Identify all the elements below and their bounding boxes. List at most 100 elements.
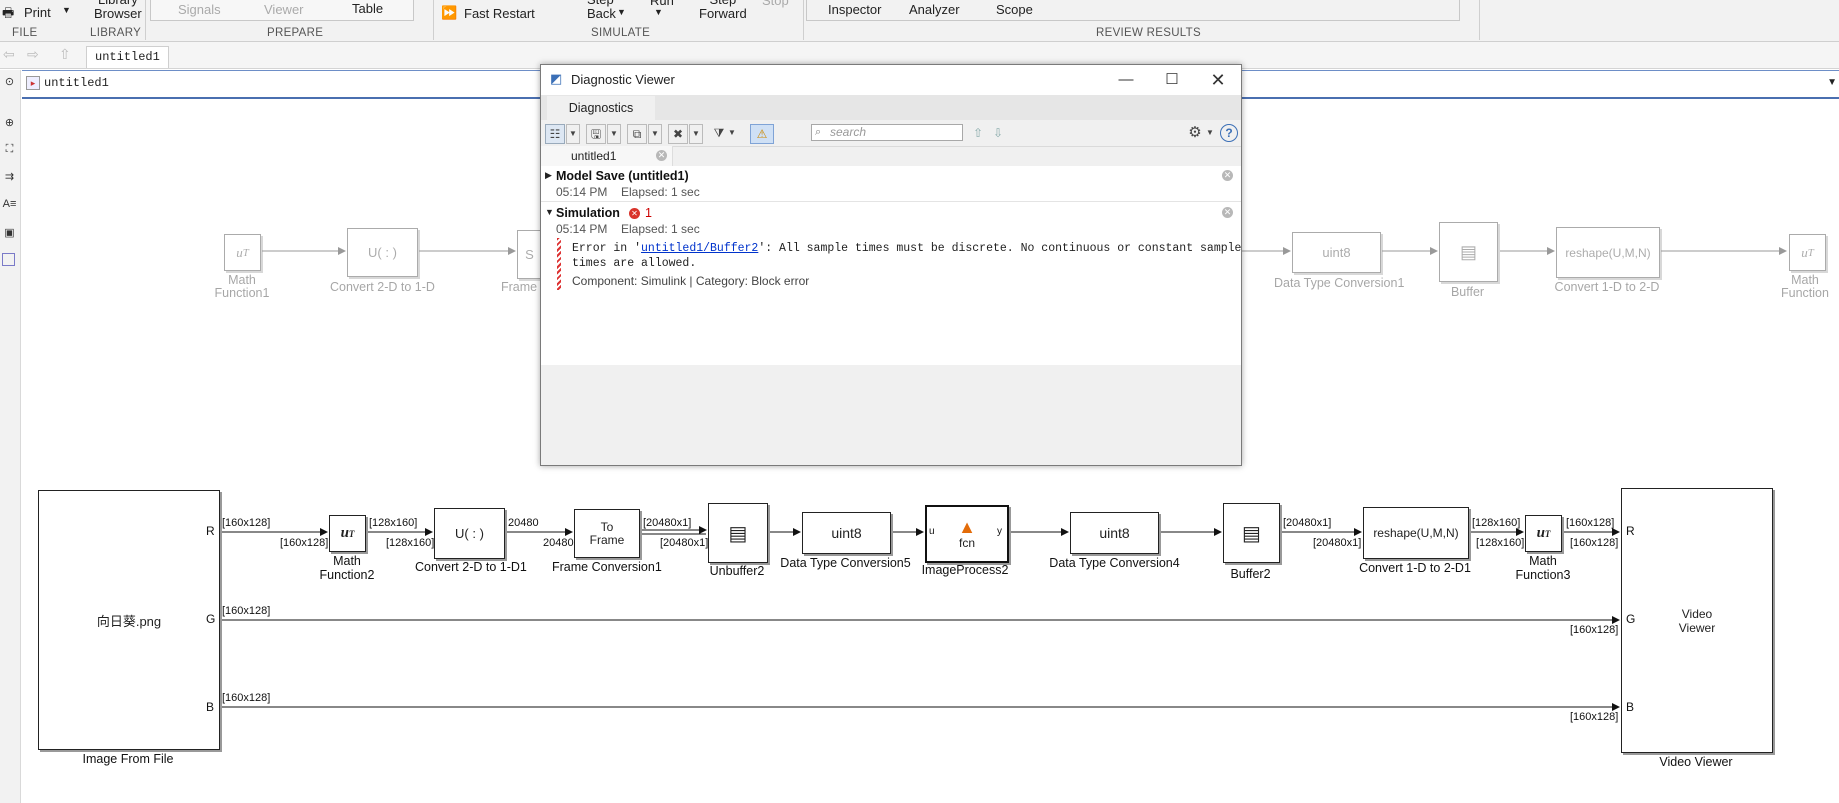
maximize-button[interactable]: ☐: [1149, 65, 1195, 95]
component-label: Component:: [572, 274, 638, 288]
next-arrow-icon[interactable]: ⇩: [991, 124, 1005, 142]
signal-label: [160x128]: [222, 517, 271, 529]
math-function3-block[interactable]: uT: [1525, 515, 1562, 552]
diagnostic-viewer-dialog: ◩ Diagnostic Viewer — ☐ ✕ Diagnostics ☷ …: [540, 64, 1242, 466]
data-type-conversion5-block[interactable]: uint8: [802, 512, 891, 554]
signal-label: [160x128]: [222, 692, 271, 704]
settings-dropdown-icon[interactable]: ▼: [1205, 124, 1215, 142]
previous-arrow-icon[interactable]: ⇧: [971, 124, 985, 142]
filter-dropdown-icon[interactable]: ▼: [727, 124, 737, 142]
search-input[interactable]: search: [811, 124, 963, 141]
convert-1d-2d-label: Convert 1-D to 2-D: [1554, 280, 1660, 294]
unbuffer2-label: Unbuffer2: [709, 564, 765, 578]
fcn-text: fcn: [958, 536, 975, 550]
signal-label: [160x128]: [222, 605, 271, 617]
signal-label: [160x128]: [1570, 711, 1619, 723]
convert-2d-1d-block[interactable]: U( : ): [347, 228, 418, 277]
dialog-toolbar: ☷ ▼ 🖫 ▼ ⧉ ▼ ✖ ▼ ⧩ ▼ ⚠ search ⌕ ⇧ ⇩ ⚙ ▼ ?: [541, 120, 1241, 147]
dialog-title: Diagnostic Viewer: [571, 72, 675, 87]
signal-label: [20480x1]: [643, 517, 692, 529]
dismiss-entry-icon[interactable]: ✕: [1222, 207, 1233, 218]
signal-label: [20480x1]: [1313, 537, 1362, 549]
unbuffer2-block[interactable]: ▤: [708, 503, 768, 563]
convert-2d-1d1-block[interactable]: U( : ): [434, 508, 505, 559]
gear-icon[interactable]: ⚙: [1187, 124, 1203, 142]
save-dropdown-icon[interactable]: ▼: [607, 124, 621, 144]
math-function-block[interactable]: uT: [1789, 234, 1826, 271]
minimize-button[interactable]: —: [1103, 65, 1149, 95]
copy-dropdown-icon[interactable]: ▼: [648, 124, 662, 144]
buffer-icon: ▤: [1242, 522, 1261, 545]
signal-label: [128x160]: [1476, 537, 1525, 549]
data-type-conversion4-block[interactable]: uint8: [1070, 512, 1159, 554]
collapse-arrow-icon[interactable]: ▼: [545, 207, 554, 217]
diagnostics-list: ▶ Model Save (untitled1) 05:14 PM Elapse…: [541, 166, 1241, 365]
port-g-in: G: [1626, 612, 1636, 626]
signal-label: 20480: [508, 517, 539, 529]
unbuffer-icon: ▤: [728, 522, 748, 545]
model-filter-tab[interactable]: untitled1 ✕: [541, 146, 673, 166]
help-icon[interactable]: ?: [1220, 124, 1238, 142]
video-viewer-block[interactable]: Video Viewer: [1621, 488, 1773, 753]
error-metadata: Component: Simulink | Category: Block er…: [572, 274, 810, 288]
tab-diagnostics[interactable]: Diagnostics: [547, 96, 655, 120]
entry-title[interactable]: Simulation: [556, 206, 620, 220]
error-link[interactable]: untitled1/Buffer2: [641, 242, 758, 255]
math-function2-block[interactable]: uT: [329, 515, 366, 552]
dialog-title-bar[interactable]: ◩ Diagnostic Viewer — ☐ ✕: [541, 65, 1241, 95]
port-u: u: [929, 526, 935, 537]
image-from-file-block[interactable]: 向日葵.png: [38, 490, 220, 750]
signal-label: [20480x1]: [660, 537, 709, 549]
category-label: Category:: [695, 274, 748, 288]
convert-1d-2d1-block[interactable]: reshape(U,M,N): [1363, 507, 1469, 559]
port-b-out: B: [206, 700, 215, 714]
port-r-out: R: [206, 524, 215, 538]
signal-label: [20480x1]: [1283, 517, 1332, 529]
convert-2d-1d-label: Convert 2-D to 1-D: [330, 280, 435, 294]
category-value: Block error: [751, 274, 810, 288]
group-warnings-icon[interactable]: ⚠: [750, 124, 774, 144]
error-line2: times are allowed.: [572, 257, 697, 270]
math-function1-block[interactable]: uT: [224, 234, 261, 271]
convert-2d-1d1-label: Convert 2-D to 1-D1: [415, 560, 527, 574]
dismiss-entry-icon[interactable]: ✕: [1222, 170, 1233, 181]
frame-conversion-block[interactable]: S: [517, 230, 542, 279]
clear-dropdown-icon[interactable]: ▼: [689, 124, 703, 144]
entry-elapsed: Elapsed: 1 sec: [621, 222, 700, 236]
signal-label: [128x160]: [1472, 517, 1521, 529]
copy-icon[interactable]: ⧉: [627, 124, 647, 144]
filter-icon[interactable]: ⧩: [711, 124, 727, 142]
math-function1-label: Math Function1: [214, 273, 270, 300]
signal-label: [128x160]: [369, 517, 418, 529]
model-tab-label: untitled1: [571, 149, 617, 163]
port-r-in: R: [1626, 524, 1635, 538]
save-icon[interactable]: 🖫: [586, 124, 606, 144]
buffer2-block[interactable]: ▤: [1223, 503, 1280, 563]
convert-1d-2d-block[interactable]: reshape(U,M,N): [1556, 227, 1660, 278]
close-model-tab-icon[interactable]: ✕: [656, 150, 667, 161]
buffer-block[interactable]: ▤: [1439, 222, 1498, 282]
signal-label: 20480: [543, 537, 574, 549]
signal-label: [128x160]: [386, 537, 435, 549]
error-count: 1: [645, 206, 652, 220]
close-button[interactable]: ✕: [1195, 65, 1241, 95]
image-file-name: 向日葵.png: [96, 613, 162, 629]
expand-arrow-icon[interactable]: ▶: [545, 170, 552, 181]
frame-conversion1-block[interactable]: To Frame: [574, 509, 640, 558]
signal-label: [160x128]: [280, 537, 329, 549]
data-type-conversion1-block[interactable]: uint8: [1292, 232, 1381, 273]
data-type-conversion5-label: Data Type Conversion5: [780, 556, 911, 570]
error-icon: ✕: [629, 208, 640, 219]
search-icon: ⌕: [815, 126, 822, 138]
math-function3-label: Math Function3: [1515, 554, 1571, 582]
entry-elapsed: Elapsed: 1 sec: [621, 185, 700, 199]
entry-title[interactable]: Model Save (untitled1): [556, 169, 689, 183]
error-suffix: ': All sample times must be discrete. No…: [758, 242, 1242, 255]
data-type-conversion1-label: Data Type Conversion1: [1274, 276, 1405, 290]
math-function2-label: Math Function2: [319, 554, 375, 582]
error-stripe: [557, 238, 561, 290]
view-report-icon[interactable]: ☷: [545, 124, 565, 144]
view-dropdown-icon[interactable]: ▼: [566, 124, 580, 144]
buffer2-label: Buffer2: [1230, 567, 1271, 581]
clear-icon[interactable]: ✖: [668, 124, 688, 144]
